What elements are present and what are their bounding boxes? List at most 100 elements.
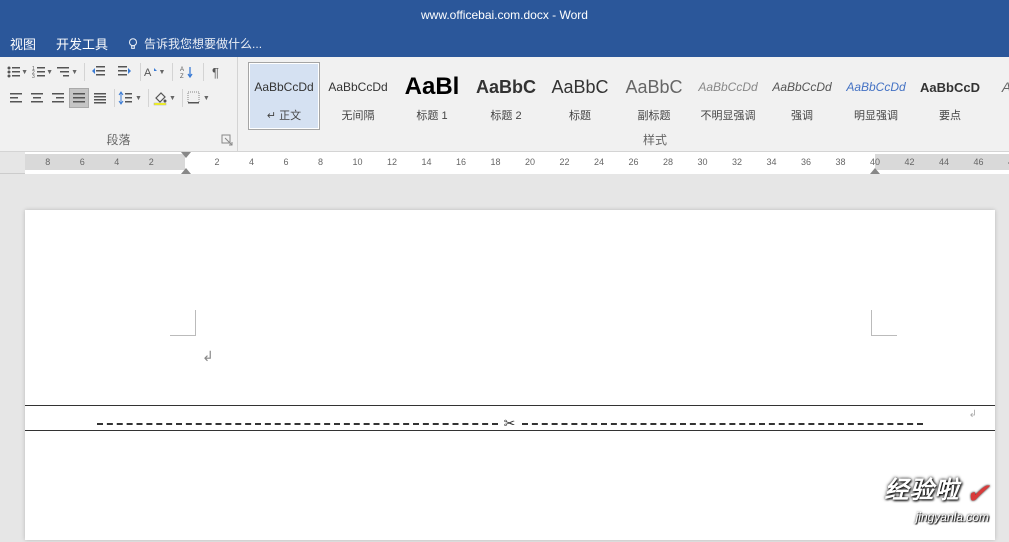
- sort-icon: AZ: [179, 64, 195, 80]
- ribbon: ▼ 123▼ ▼ A▼ AZ ¶ ▼ ▼ ▼ 段落: [0, 57, 1009, 152]
- outdent-icon: [91, 64, 107, 80]
- horizontal-rule-bottom: [25, 430, 995, 431]
- separator: [182, 89, 183, 107]
- align-left-icon: [9, 91, 23, 105]
- ruler-tick: 4: [114, 157, 119, 167]
- style-item[interactable]: AaBbC引用: [988, 62, 1009, 130]
- style-name: 标题: [569, 107, 591, 123]
- style-name: 副标题: [638, 107, 671, 123]
- ruler-tick: 6: [80, 157, 85, 167]
- style-preview: AaBbCcDd: [772, 69, 831, 105]
- align-center-icon: [30, 91, 44, 105]
- align-left-button[interactable]: [6, 88, 26, 108]
- ruler-tick: 16: [456, 157, 466, 167]
- text-cursor: ↲: [202, 348, 214, 365]
- align-right-button[interactable]: [48, 88, 68, 108]
- ruler-tick: 36: [801, 157, 811, 167]
- style-name: 不明显强调: [701, 107, 756, 123]
- align-distributed-button[interactable]: [90, 88, 110, 108]
- style-name: 标题 2: [490, 107, 521, 123]
- style-item[interactable]: AaBbC 副标题: [618, 62, 690, 130]
- lightbulb-icon: [126, 37, 140, 51]
- style-item[interactable]: AaBbC 标题 2: [470, 62, 542, 130]
- style-preview: AaBbC: [476, 69, 536, 105]
- style-item[interactable]: AaBbC标题: [544, 62, 616, 130]
- align-justify-icon: [72, 91, 86, 105]
- paragraph-dialog-launcher[interactable]: [221, 134, 234, 147]
- group-paragraph: ▼ 123▼ ▼ A▼ AZ ¶ ▼ ▼ ▼ 段落: [0, 57, 238, 151]
- decrease-indent-button[interactable]: [87, 61, 111, 83]
- separator: [148, 89, 149, 107]
- multilevel-list-button[interactable]: ▼: [56, 61, 80, 83]
- margin-corner-tr: [871, 310, 897, 336]
- text-direction-icon: A: [144, 65, 158, 79]
- numbering-icon: 123: [31, 64, 45, 80]
- watermark-main: 经验啦: [885, 477, 960, 504]
- style-preview: AaBbCcDd: [254, 69, 313, 105]
- tell-me-placeholder: 告诉我您想要做什么...: [144, 35, 262, 52]
- style-preview: AaBbCcDd: [328, 69, 387, 105]
- paragraph-mark: ↲: [969, 409, 977, 420]
- ruler-tick: 6: [284, 157, 289, 167]
- style-name: 无间隔: [342, 107, 375, 123]
- horizontal-ruler[interactable]: 8642246810121416182022242628303234363840…: [0, 152, 1009, 174]
- ruler-tick: 40: [870, 157, 880, 167]
- tab-view[interactable]: 视图: [0, 30, 46, 57]
- align-justify-button[interactable]: [69, 88, 89, 108]
- check-icon: ✔: [966, 478, 989, 509]
- align-right-icon: [51, 91, 65, 105]
- text-direction-button[interactable]: A▼: [144, 61, 168, 83]
- sort-button[interactable]: AZ: [175, 61, 199, 83]
- line-spacing-button[interactable]: ▼: [118, 87, 144, 109]
- style-item[interactable]: AaBbCcDd ↵ 正文: [248, 62, 320, 130]
- ruler-tick: 4: [249, 157, 254, 167]
- numbering-button[interactable]: 123▼: [31, 61, 55, 83]
- style-item[interactable]: AaBl标题 1: [396, 62, 468, 130]
- svg-text:A: A: [144, 67, 152, 79]
- style-name: ↵ 正文: [267, 107, 301, 123]
- style-item[interactable]: AaBbCcDd强调: [766, 62, 838, 130]
- document-area[interactable]: ↲ ✂ ↲ 经验啦✔ jingyanla.com: [0, 174, 1009, 542]
- svg-text:A: A: [180, 67, 184, 73]
- borders-button[interactable]: ▼: [186, 87, 212, 109]
- style-item[interactable]: AaBbCcDd明显强调: [840, 62, 912, 130]
- bullets-button[interactable]: ▼: [6, 61, 30, 83]
- horizontal-rule-top: [25, 405, 995, 406]
- style-item[interactable]: AaBbCcDd 无间隔: [322, 62, 394, 130]
- ruler-tick: 2: [215, 157, 220, 167]
- style-preview: AaBbC: [625, 69, 682, 105]
- increase-indent-button[interactable]: [112, 61, 136, 83]
- watermark-sub: jingyanla.com: [885, 510, 989, 524]
- ruler-tick: 38: [836, 157, 846, 167]
- svg-text:Z: Z: [180, 74, 184, 80]
- shading-button[interactable]: ▼: [152, 87, 178, 109]
- align-center-button[interactable]: [27, 88, 47, 108]
- show-marks-button[interactable]: ¶: [206, 61, 230, 83]
- ruler-tick: 12: [387, 157, 397, 167]
- ruler-tick: 24: [594, 157, 604, 167]
- title-bar: www.officebai.com.docx - Word: [0, 0, 1009, 30]
- align-distributed-icon: [93, 91, 107, 105]
- line-spacing-icon: [118, 90, 134, 106]
- style-item[interactable]: AaBbCcD要点: [914, 62, 986, 130]
- style-item[interactable]: AaBbCcDd 不明显强调: [692, 62, 764, 130]
- ruler-tick: 34: [767, 157, 777, 167]
- ruler-tick: 30: [698, 157, 708, 167]
- svg-text:3: 3: [32, 74, 35, 80]
- ruler-tick: 10: [353, 157, 363, 167]
- style-preview: AaBbCcDd: [846, 69, 905, 105]
- group-styles: AaBbCcDd↵ 正文AaBbCcDd无间隔AaBl标题 1AaBbC标题 2…: [238, 57, 1009, 151]
- paragraph-group-label: 段落: [0, 131, 237, 148]
- styles-gallery[interactable]: AaBbCcDd↵ 正文AaBbCcDd无间隔AaBl标题 1AaBbC标题 2…: [244, 60, 1009, 132]
- first-line-indent-marker[interactable]: [181, 152, 191, 158]
- tell-me-search[interactable]: 告诉我您想要做什么...: [126, 35, 262, 52]
- tab-developer[interactable]: 开发工具: [46, 30, 118, 57]
- styles-group-label: 样式: [238, 131, 1009, 148]
- style-preview: AaBbC: [1002, 69, 1009, 105]
- style-preview: AaBbCcD: [920, 69, 980, 105]
- svg-text:¶: ¶: [212, 65, 219, 79]
- style-preview: AaBl: [405, 69, 460, 105]
- style-preview: AaBbCcDd: [698, 69, 757, 105]
- separator: [114, 89, 115, 107]
- ruler-tick: 22: [560, 157, 570, 167]
